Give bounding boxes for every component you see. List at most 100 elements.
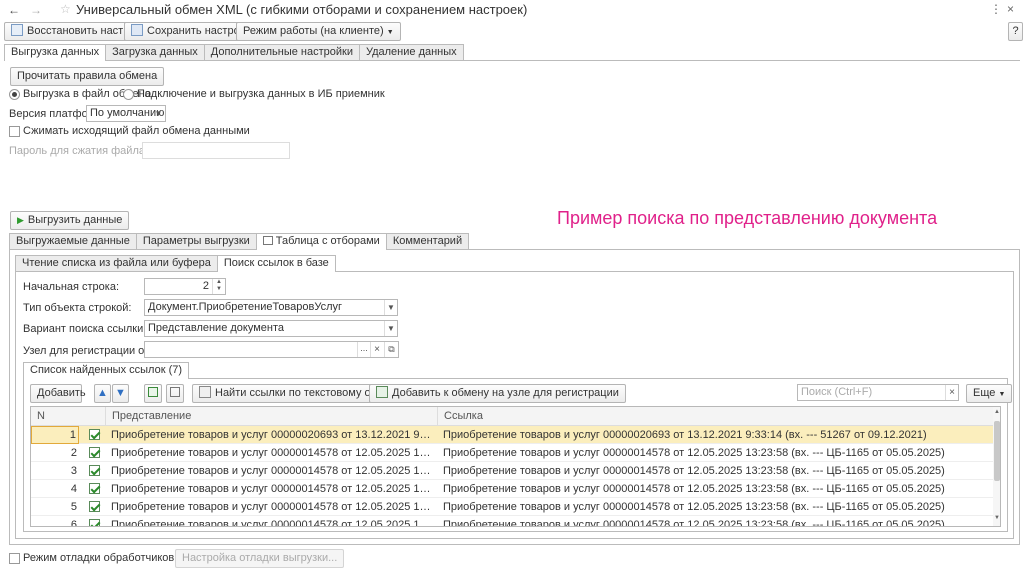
row-checkbox[interactable] — [89, 447, 100, 458]
row-number: 5 — [70, 501, 77, 513]
tab-extra-settings[interactable]: Дополнительные настройки — [203, 44, 360, 60]
select-dots-icon[interactable]: ... — [357, 342, 370, 357]
compress-label: Сжимать исходящий файл обмена данными — [23, 125, 250, 137]
row-presentation: Приобретение товаров и услуг 00000020693… — [111, 429, 433, 441]
debug-settings-button[interactable]: Настройка отладки выгрузки... — [175, 549, 345, 568]
tab-found-links[interactable]: Список найденных ссылок (7) — [23, 362, 190, 379]
back-button[interactable]: ← — [5, 3, 23, 17]
clear-icon[interactable]: × — [370, 342, 383, 357]
check-all-button[interactable] — [144, 384, 162, 403]
scroll-thumb[interactable] — [994, 421, 1000, 481]
help-button[interactable]: ? — [1008, 22, 1023, 41]
more-button[interactable]: Еще ▼ — [966, 384, 1013, 403]
row-reference: Приобретение товаров и услуг 00000014578… — [443, 519, 945, 527]
stepper-icon[interactable]: ▲ ▼ — [212, 279, 225, 294]
scroll-down-icon[interactable]: ▼ — [993, 515, 1000, 521]
radio-upload-file[interactable] — [9, 89, 20, 100]
uncheck-all-icon — [170, 387, 180, 397]
table-row[interactable]: 3 Приобретение товаров и услуг 000000145… — [31, 462, 996, 480]
chevron-down-icon: ▼ — [998, 391, 1006, 398]
tab-read-list[interactable]: Чтение списка из файла или буфера — [15, 255, 218, 271]
debug-mode-checkbox[interactable] — [9, 553, 20, 564]
table-row[interactable]: 6 Приобретение товаров и услуг 000000145… — [31, 516, 996, 527]
menu-dots-icon[interactable]: ⋮ — [990, 2, 1002, 16]
check-all-icon — [148, 387, 158, 397]
table-row[interactable]: 1 Приобретение товаров и услуг 000000206… — [31, 426, 996, 444]
add-to-node-button[interactable]: Добавить к обмену на узле для регистраци… — [369, 384, 626, 403]
search-variant-select[interactable]: Представление документа — [144, 320, 398, 337]
platform-version-select[interactable]: По умолчанию ▼ — [86, 105, 166, 122]
row-reference: Приобретение товаров и услуг 00000014578… — [443, 447, 945, 459]
row-presentation: Приобретение товаров и услуг 00000014578… — [111, 519, 433, 527]
search-icon — [199, 386, 211, 398]
radio-connect-upload[interactable] — [123, 89, 134, 100]
sub-tabs: Выгружаемые данные Параметры выгрузки Та… — [9, 233, 470, 250]
move-up-button[interactable]: ▲ — [94, 384, 111, 403]
grid-scrollbar[interactable]: ▲ ▼ — [993, 407, 1000, 526]
chevron-down-icon[interactable]: ▼ — [152, 106, 165, 121]
column-header-reference[interactable]: Ссылка — [437, 407, 995, 426]
object-type-input[interactable]: Документ.ПриобретениеТоваровУслуг — [144, 299, 398, 316]
password-input[interactable] — [142, 142, 290, 159]
row-checkbox[interactable] — [89, 501, 100, 512]
main-tabs: Выгрузка данных Загрузка данных Дополнит… — [4, 44, 464, 61]
radio-connect-upload-label: Подключение и выгрузка данных в ИБ прием… — [137, 88, 385, 100]
list-search-input[interactable]: Поиск (Ctrl+F) — [797, 384, 959, 401]
found-links-grid: N Представление Ссылка 1 Приобретение то… — [30, 406, 1001, 527]
favorite-star-icon[interactable]: ☆ — [60, 2, 71, 16]
table-icon — [262, 236, 273, 245]
column-header-presentation[interactable]: Представление — [105, 407, 437, 426]
row-presentation: Приобретение товаров и услуг 00000014578… — [111, 465, 433, 477]
column-header-check — [81, 407, 105, 426]
mode-dropdown[interactable]: Режим работы (на клиенте) ▼ — [236, 22, 401, 41]
tab-search-links[interactable]: Поиск ссылок в базе — [216, 255, 336, 272]
row-reference: Приобретение товаров и услуг 00000014578… — [443, 465, 945, 477]
forward-button[interactable]: → — [27, 3, 45, 17]
table-row[interactable]: 5 Приобретение товаров и услуг 000000145… — [31, 498, 996, 516]
row-checkbox[interactable] — [89, 429, 100, 440]
arrow-down-icon: ▼ — [115, 387, 126, 399]
row-checkbox[interactable] — [89, 465, 100, 476]
chevron-down-icon[interactable]: ▼ — [384, 300, 397, 315]
row-presentation: Приобретение товаров и услуг 00000014578… — [111, 447, 433, 459]
table-row[interactable]: 2 Приобретение товаров и услуг 000000145… — [31, 444, 996, 462]
chevron-down-icon: ▼ — [386, 29, 394, 36]
annotation-text: Пример поиска по представлению документа — [557, 208, 938, 228]
title-bar: ← → ☆ Универсальный обмен XML (с гибкими… — [0, 0, 1024, 20]
uncheck-all-button[interactable] — [166, 384, 184, 403]
arrow-left-icon: ← — [8, 3, 20, 17]
chevron-down-icon[interactable]: ▼ — [384, 321, 397, 336]
restore-icon — [11, 24, 23, 36]
row-presentation: Приобретение товаров и услуг 00000014578… — [111, 483, 433, 495]
clear-search-icon[interactable]: × — [945, 385, 958, 400]
row-checkbox[interactable] — [89, 483, 100, 494]
main-tab-line — [4, 60, 1020, 61]
open-icon[interactable]: ⧉ — [384, 342, 398, 357]
table-row[interactable]: 4 Приобретение товаров и услуг 000000145… — [31, 480, 996, 498]
row-reference: Приобретение товаров и услуг 00000014578… — [443, 501, 945, 513]
close-icon[interactable]: × — [1007, 2, 1014, 16]
object-type-label: Тип объекта строкой: — [23, 302, 132, 314]
tab-filter-table[interactable]: Таблица с отборами — [255, 233, 387, 250]
read-rules-button[interactable]: Прочитать правила обмена — [10, 67, 165, 86]
arrow-up-icon: ▲ — [97, 387, 108, 399]
compress-checkbox[interactable] — [9, 126, 20, 137]
tab-delete[interactable]: Удаление данных — [358, 44, 464, 60]
column-header-n[interactable]: N — [31, 407, 81, 426]
row-number: 6 — [70, 519, 77, 527]
tab-upload[interactable]: Выгрузка данных — [4, 44, 107, 61]
tab-export-params[interactable]: Параметры выгрузки — [135, 233, 257, 249]
add-button[interactable]: Добавить — [30, 384, 86, 403]
row-number: 4 — [70, 483, 77, 495]
row-reference: Приобретение товаров и услуг 00000014578… — [443, 483, 945, 495]
row-number: 2 — [70, 447, 77, 459]
row-checkbox[interactable] — [89, 519, 100, 526]
scroll-up-icon[interactable]: ▲ — [993, 409, 1000, 415]
window-title: Универсальный обмен XML (с гибкими отбор… — [76, 2, 528, 17]
tab-download[interactable]: Загрузка данных — [105, 44, 205, 60]
tab-exported-data[interactable]: Выгружаемые данные — [9, 233, 137, 249]
export-data-button[interactable]: ▶ Выгрузить данные — [10, 211, 130, 230]
move-down-button[interactable]: ▼ — [112, 384, 129, 403]
tab-comment[interactable]: Комментарий — [385, 233, 470, 249]
row-number: 3 — [70, 465, 77, 477]
